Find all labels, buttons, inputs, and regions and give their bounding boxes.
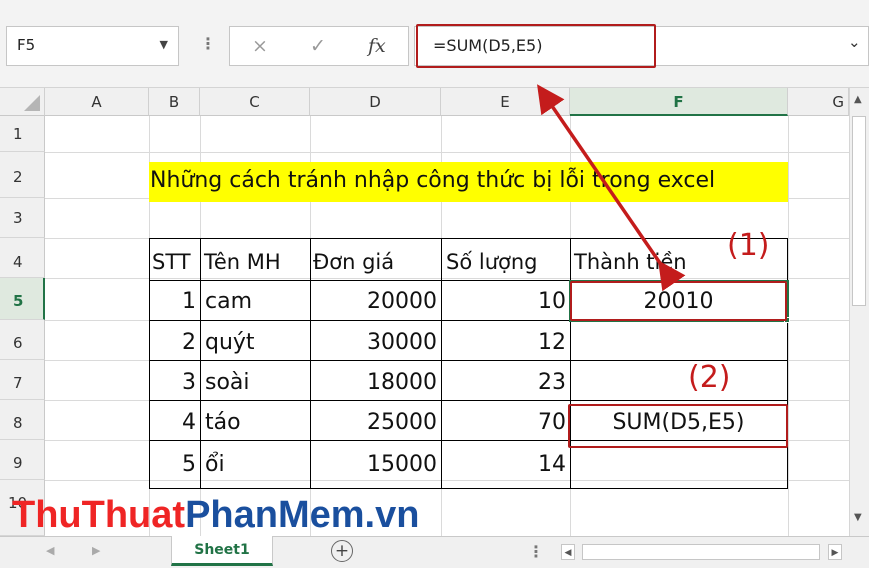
watermark-logo: ThuThuatPhanMem.vn [12,494,419,537]
scroll-up-icon[interactable]: ▲ [854,94,862,105]
scroll-right-icon[interactable]: ▶ [828,544,842,560]
watermark-part2: PhanMem [185,494,365,536]
double-arrow-icon [537,84,686,292]
horizontal-scroll-thumb[interactable] [582,544,820,560]
sheet-tab-sheet1[interactable]: Sheet1 [171,536,273,566]
scroll-down-icon[interactable]: ▼ [854,512,862,523]
vertical-scroll-thumb[interactable] [852,116,866,306]
prev-sheet-icon[interactable]: ◀ [46,544,54,557]
scroll-left-icon[interactable]: ◀ [561,544,575,560]
watermark-part3: .vn [364,494,420,536]
add-sheet-icon[interactable]: + [331,540,353,562]
next-sheet-icon[interactable]: ▶ [92,544,100,557]
watermark-part1: ThuThuat [12,494,186,536]
grip-icon: ⋮ [528,542,544,561]
